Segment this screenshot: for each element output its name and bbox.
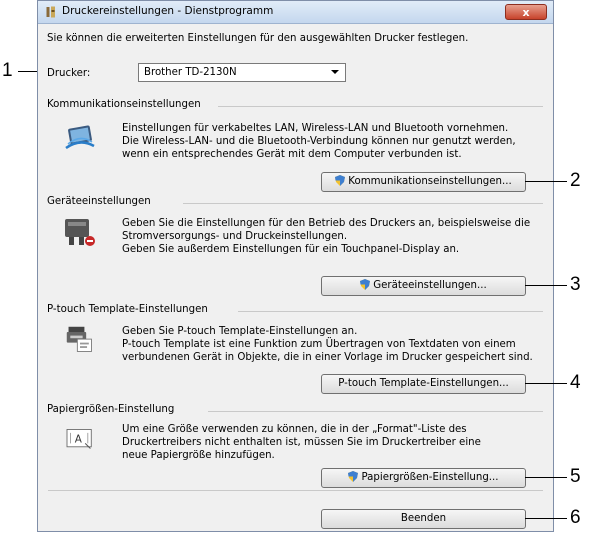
group-description-communication: Einstellungen für verkabeltes LAN, Wirel… — [122, 122, 516, 161]
bottom-divider — [48, 490, 543, 491]
communication-settings-label: Kommunikationseinstellungen... — [348, 176, 512, 187]
group-description-paper-size: Um eine Größe verwenden zu können, die i… — [122, 423, 481, 462]
window-title: Druckereinstellungen - Dienstprogramm — [62, 5, 274, 17]
callout-4: 4 — [570, 372, 581, 393]
callout-1: 1 — [2, 60, 13, 81]
callout-line-4 — [525, 383, 567, 384]
callout-line-2 — [525, 181, 567, 182]
callout-line-5 — [525, 477, 567, 478]
exit-button[interactable]: Beenden — [321, 509, 526, 529]
description-line: Die Wireless-LAN- und die Bluetooth-Verb… — [122, 136, 516, 147]
callout-3: 3 — [570, 274, 581, 295]
group-divider — [183, 203, 543, 204]
description-line: Geben Sie P-touch Template-Einstellungen… — [122, 326, 358, 337]
description-line: Druckertreibers nicht enthalten ist, müs… — [122, 437, 481, 448]
printer-label: Drucker: — [47, 68, 91, 79]
description-line: verbundenen Gerät in Objekte, die in ein… — [122, 352, 533, 363]
printer-select[interactable]: Brother TD-2130N — [138, 63, 346, 82]
paper-size-settings-label: Papiergrößen-Einstellung... — [361, 472, 499, 483]
chevron-down-icon — [331, 70, 339, 74]
template-settings-label: P-touch Template-Einstellungen... — [338, 378, 509, 389]
settings-window: Druckereinstellungen - Dienstprogramm x … — [37, 0, 554, 532]
utility-app-icon — [46, 6, 55, 18]
shield-icon — [335, 175, 346, 186]
group-title-communication: Kommunikationseinstellungen — [47, 99, 207, 110]
callout-5: 5 — [570, 466, 581, 487]
device-settings-label: Geräteeinstellungen... — [373, 280, 487, 291]
group-divider — [238, 311, 543, 312]
paper-size-icon: A — [66, 429, 92, 449]
group-description-device: Geben Sie die Einstellungen für den Betr… — [122, 217, 530, 256]
description-line: Um eine Größe verwenden zu können, die i… — [122, 424, 467, 435]
description-line: Geben Sie die Einstellungen für den Betr… — [122, 218, 531, 229]
communication-settings-button[interactable]: Kommunikationseinstellungen... — [321, 172, 526, 192]
group-title-paper-size: Papiergrößen-Einstellung — [47, 404, 181, 415]
callout-line-6 — [525, 518, 567, 519]
svg-text:A: A — [75, 433, 83, 445]
network-icon — [65, 125, 95, 150]
callout-6: 6 — [570, 507, 581, 528]
printer-selected-value: Brother TD-2130N — [144, 67, 237, 78]
description-line: P-touch Template ist eine Funktion zum Ü… — [122, 339, 516, 350]
group-title-template: P-touch Template-Einstellungen — [47, 304, 214, 315]
callout-line-3 — [525, 285, 567, 286]
paper-size-settings-button[interactable]: Papiergrößen-Einstellung... — [321, 468, 526, 488]
group-description-template: Geben Sie P-touch Template-Einstellungen… — [122, 325, 533, 364]
description-line: Stromversorgungs- und Druckeinstellungen… — [122, 231, 348, 242]
group-title-device: Geräteeinstellungen — [47, 196, 157, 207]
shield-icon — [348, 471, 359, 482]
description-line: Einstellungen für verkabeltes LAN, Wirel… — [122, 123, 509, 134]
device-settings-icon — [65, 219, 95, 246]
intro-text: Sie können die erweiterten Einstellungen… — [47, 33, 469, 44]
shield-icon — [360, 279, 371, 290]
group-divider — [218, 106, 543, 107]
device-settings-button[interactable]: Geräteeinstellungen... — [321, 276, 526, 296]
title-bar: Druckereinstellungen - Dienstprogramm x — [38, 1, 553, 24]
group-divider — [208, 411, 543, 412]
description-line: wenn ein entsprechendes Gerät mit dem Co… — [122, 149, 462, 160]
close-button[interactable]: x — [505, 4, 547, 20]
description-line: Geben Sie außerdem Einstellungen für ein… — [122, 244, 460, 255]
exit-label: Beenden — [400, 513, 447, 524]
callout-2: 2 — [570, 170, 581, 191]
description-line: neue Papiergröße hinzufügen. — [122, 450, 275, 461]
template-icon — [66, 326, 92, 352]
template-settings-button[interactable]: P-touch Template-Einstellungen... — [321, 374, 526, 394]
